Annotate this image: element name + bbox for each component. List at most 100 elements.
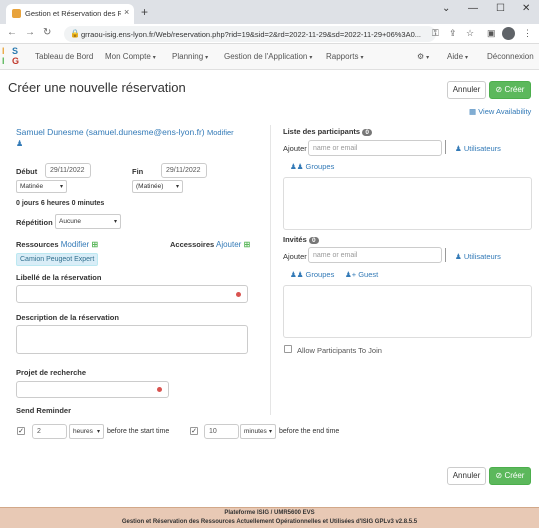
- description-label: Description de la réservation: [16, 313, 119, 322]
- participants-search-input[interactable]: name or email: [308, 140, 442, 156]
- invitees-add-label: Ajouter: [283, 252, 307, 261]
- browser-tab[interactable]: Gestion et Réservation des Resso ×: [6, 4, 134, 24]
- participants-groups-link[interactable]: ♟♟ Groupes: [290, 162, 334, 171]
- url-bar[interactable]: 🔒 grraou-isig.ens-lyon.fr/Web/reservatio…: [64, 26, 436, 42]
- forward-arrow-icon[interactable]: →: [25, 27, 35, 38]
- isig-logo[interactable]: I S I G: [2, 46, 24, 68]
- browser-tab-bar: Gestion et Réservation des Resso × + ⌄ —…: [0, 0, 539, 24]
- allow-join-checkbox[interactable]: [284, 345, 292, 353]
- required-indicator: [157, 387, 162, 392]
- invitees-search-input[interactable]: name or email: [308, 247, 442, 263]
- reminder-start-unit-select[interactable]: heures ▾: [69, 424, 104, 439]
- resources-label: Ressources: [16, 240, 59, 249]
- repeat-select[interactable]: Aucune ▾: [55, 214, 121, 229]
- lock-icon[interactable]: 🔒: [70, 29, 80, 38]
- end-date-input[interactable]: 29/11/2022: [161, 163, 207, 178]
- resources-modify-link[interactable]: Modifier: [61, 240, 89, 249]
- description-textarea[interactable]: [16, 325, 248, 354]
- accessories-label: Accessoires: [170, 240, 215, 249]
- reservation-title-label: Libellé de la réservation: [16, 273, 102, 282]
- allow-join-label: Allow Participants To Join: [297, 346, 382, 355]
- invitees-count-badge: 0: [309, 237, 319, 244]
- user-icon: ♟: [455, 252, 462, 261]
- key-icon[interactable]: ⚿: [432, 28, 439, 39]
- reservation-user: Samuel Dunesme (samuel.dunesme@ens-lyon.…: [16, 127, 234, 137]
- duration-text: 0 jours 6 heures 0 minutes: [16, 200, 105, 207]
- check-circle-icon: ⊘: [495, 85, 503, 94]
- resources-header: Ressources Modifier ⊞: [16, 240, 98, 249]
- column-divider: [270, 125, 271, 415]
- nav-settings[interactable]: ⚙ ▾: [417, 52, 429, 61]
- start-time-select[interactable]: Matinée ▾: [16, 180, 67, 193]
- tab-title: Gestion et Réservation des Resso: [25, 9, 121, 18]
- favicon-icon: [12, 9, 21, 18]
- create-button-top[interactable]: ⊘ Créer: [489, 81, 531, 99]
- research-project-label: Projet de recherche: [16, 368, 87, 377]
- user-name: Samuel Dunesme (samuel.dunesme@ens-lyon.…: [16, 127, 205, 137]
- required-indicator: [236, 292, 241, 297]
- close-tab-icon[interactable]: ×: [124, 7, 129, 17]
- accessories-add-link[interactable]: Ajouter: [216, 240, 241, 249]
- chevron-down-icon: ▾: [96, 429, 100, 435]
- chevron-down-icon: ▾: [113, 219, 117, 225]
- nav-dashboard[interactable]: Tableau de Bord: [35, 52, 93, 61]
- reservation-title-input[interactable]: [16, 285, 248, 303]
- plus-square-icon[interactable]: ⊞: [91, 240, 98, 249]
- research-project-input[interactable]: [16, 381, 169, 398]
- user-plus-icon: ♟+: [345, 270, 357, 279]
- back-arrow-icon[interactable]: ←: [7, 27, 17, 38]
- page-title: Créer une nouvelle réservation: [8, 80, 186, 95]
- modify-user-link[interactable]: Modifier: [207, 128, 234, 137]
- users-group-icon: ♟♟: [290, 270, 304, 279]
- view-availability-link[interactable]: ▦ View Availability: [469, 107, 531, 116]
- star-icon[interactable]: ☆: [466, 28, 474, 39]
- separator: [445, 248, 446, 262]
- reminder-start-value-input[interactable]: 2: [32, 424, 67, 439]
- user-icon: ♟: [455, 144, 462, 153]
- chevron-down-icon[interactable]: ⌄: [442, 3, 450, 14]
- nav-help[interactable]: Aide ▾: [447, 52, 468, 61]
- reminder-end-checkbox[interactable]: ✓: [190, 427, 198, 435]
- share-icon[interactable]: ⇪: [449, 28, 457, 39]
- reload-icon[interactable]: ↻: [43, 27, 51, 38]
- address-bar-row: ← → ↻ 🔒 grraou-isig.ens-lyon.fr/Web/rese…: [0, 24, 539, 44]
- chevron-down-icon: ▾: [268, 429, 272, 435]
- nav-reports[interactable]: Rapports ▾: [326, 52, 363, 61]
- cancel-button-top[interactable]: Annuler: [447, 81, 486, 99]
- new-tab-button[interactable]: +: [141, 5, 148, 19]
- reminder-end-value-input[interactable]: 10: [204, 424, 239, 439]
- side-panel-icon[interactable]: ▣: [487, 28, 496, 39]
- reminder-end-text: before the end time: [279, 428, 340, 435]
- minimize-icon[interactable]: —: [468, 3, 478, 14]
- participants-users-link[interactable]: ♟ Utilisateurs: [455, 144, 501, 153]
- invitees-guest-link[interactable]: ♟+ Guest: [345, 270, 378, 279]
- nav-schedule[interactable]: Planning ▾: [172, 52, 208, 61]
- page-footer: Plateforme ISIG / UMR5600 EVS Gestion et…: [0, 507, 539, 528]
- participants-count-badge: 0: [362, 129, 372, 136]
- end-label: Fin: [132, 167, 144, 176]
- profile-avatar[interactable]: [502, 27, 515, 40]
- nav-my-account[interactable]: Mon Compte ▾: [105, 52, 156, 61]
- invitees-groups-link[interactable]: ♟♟ Groupes: [290, 270, 334, 279]
- repeat-label: Répétition: [16, 218, 53, 227]
- kebab-menu-icon[interactable]: ⋮: [523, 28, 532, 39]
- check-circle-icon: ⊘: [495, 471, 503, 480]
- nav-logout[interactable]: Déconnexion: [487, 52, 534, 61]
- plus-square-icon[interactable]: ⊞: [244, 240, 251, 249]
- invitees-users-link[interactable]: ♟ Utilisateurs: [455, 252, 501, 261]
- reminder-start-checkbox[interactable]: ✓: [17, 427, 25, 435]
- footer-line-2: Gestion et Réservation des Ressources Ac…: [121, 519, 418, 525]
- start-date-input[interactable]: 29/11/2022: [45, 163, 91, 178]
- maximize-icon[interactable]: ☐: [496, 3, 505, 14]
- resource-tag: Camion Peugeot Expert: [16, 253, 99, 266]
- invitees-header: Invités 0: [283, 235, 319, 245]
- end-time-select[interactable]: (Matinée) ▾: [132, 180, 183, 193]
- invitees-label: Invités: [283, 235, 307, 244]
- nav-app-management[interactable]: Gestion de l'Application ▾: [224, 52, 312, 61]
- cancel-button-bottom[interactable]: Annuler: [447, 467, 486, 485]
- reminder-end-unit-select[interactable]: minutes ▾: [240, 424, 276, 439]
- separator: [445, 140, 446, 154]
- url-text: grraou-isig.ens-lyon.fr/Web/reservation.…: [81, 29, 422, 39]
- create-button-bottom[interactable]: ⊘ Créer: [489, 467, 531, 485]
- window-close-icon[interactable]: ✕: [522, 3, 530, 14]
